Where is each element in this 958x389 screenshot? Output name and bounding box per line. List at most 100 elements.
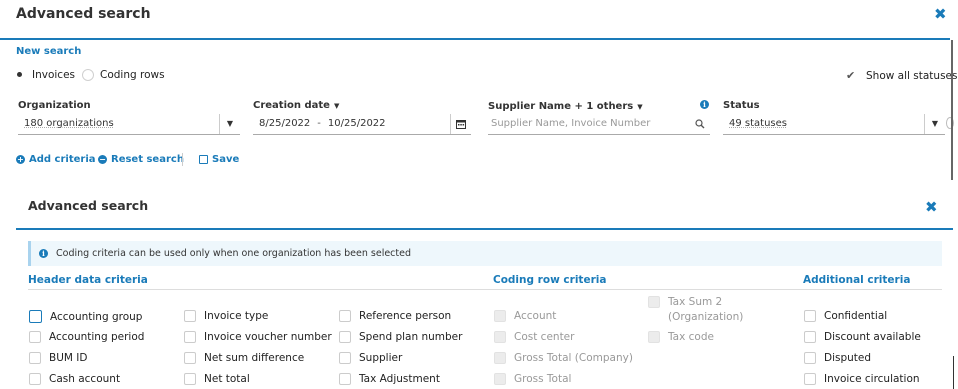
date-range-input[interactable]: 8/25/2022 - 10/25/2022 xyxy=(253,113,471,135)
organization-select[interactable]: 180 organizations ▼ xyxy=(18,113,240,135)
add-criteria-label: Add criteria xyxy=(29,154,96,165)
date-from[interactable]: 8/25/2022 xyxy=(253,118,310,129)
criteria-label: Gross Total (Company) xyxy=(514,352,633,364)
calendar-icon[interactable] xyxy=(450,113,471,134)
checkbox[interactable] xyxy=(339,352,351,364)
checkbox xyxy=(494,373,506,385)
info-icon: i xyxy=(39,249,48,258)
checkbox[interactable] xyxy=(804,373,816,385)
checkbox xyxy=(648,296,660,308)
radio-coding-rows[interactable]: Coding rows xyxy=(82,69,165,81)
checkbox[interactable] xyxy=(184,310,196,322)
criteria-cost-center: Cost center xyxy=(494,331,574,343)
criteria-supplier[interactable]: Supplier xyxy=(339,352,402,364)
organization-value: 180 organizations xyxy=(24,118,114,129)
checkbox[interactable] xyxy=(29,352,41,364)
checkbox[interactable] xyxy=(29,373,41,385)
criteria-disputed[interactable]: Disputed xyxy=(804,352,871,364)
caret-down-icon: ▼ xyxy=(333,101,340,110)
checkbox[interactable] xyxy=(339,331,351,343)
checkbox[interactable] xyxy=(184,373,196,385)
criteria-reference-person[interactable]: Reference person xyxy=(339,310,451,322)
criteria-label: Invoice circulation xyxy=(824,373,920,385)
chevron-down-icon[interactable]: ▼ xyxy=(219,113,240,134)
criteria-label: Account xyxy=(514,310,557,322)
info-icon[interactable]: i xyxy=(700,100,709,109)
criteria-label: Net total xyxy=(204,373,250,385)
supplier-label: Supplier Name + 1 others xyxy=(488,101,634,112)
close-icon[interactable]: ✖ xyxy=(925,198,938,216)
radio-invoices[interactable]: Invoices xyxy=(14,69,75,81)
checkbox xyxy=(494,352,506,364)
criteria-label: Accounting period xyxy=(49,331,145,343)
criteria-label: Disputed xyxy=(824,352,872,364)
checkbox[interactable] xyxy=(29,310,42,323)
date-separator: - xyxy=(317,118,321,129)
criteria-label: (Organization) xyxy=(668,311,744,323)
checkbox[interactable] xyxy=(184,352,196,364)
checkbox[interactable] xyxy=(339,310,351,322)
status-value: 49 statuses xyxy=(729,118,787,129)
chevron-down-icon[interactable]: ▼ xyxy=(924,113,945,134)
date-to[interactable]: 10/25/2022 xyxy=(328,118,450,129)
show-all-statuses-toggle[interactable]: ✔ Show all statuses xyxy=(846,69,957,82)
show-all-statuses-label: Show all statuses xyxy=(866,69,958,82)
status-select[interactable]: 49 statuses ▼ xyxy=(723,113,945,135)
criteria-spend-plan-number[interactable]: Spend plan number xyxy=(339,331,462,343)
criteria-gross-total: Gross Total xyxy=(494,373,571,385)
search-icon[interactable] xyxy=(690,118,710,129)
save-label: Save xyxy=(212,154,240,165)
radio-selected-icon xyxy=(14,69,26,81)
panel-title: Advanced search xyxy=(28,198,149,213)
criteria-invoice-type[interactable]: Invoice type xyxy=(184,310,268,322)
criteria-invoice-voucher-number[interactable]: Invoice voucher number xyxy=(184,331,332,343)
criteria-net-sum-difference[interactable]: Net sum difference xyxy=(184,352,304,364)
criteria-discount-available[interactable]: Discount available xyxy=(804,331,921,343)
action-divider xyxy=(182,153,183,166)
creation-date-sort[interactable]: Creation date ▼ xyxy=(253,100,339,111)
criteria-label: Tax Sum 2 xyxy=(668,296,723,308)
checkbox[interactable] xyxy=(29,331,41,343)
criteria-confidential[interactable]: Confidential xyxy=(804,310,887,322)
supplier-field-selector[interactable]: Supplier Name + 1 others ▼ xyxy=(488,101,643,112)
criteria-invoice-circulation[interactable]: Invoice circulation xyxy=(804,373,920,385)
check-icon: ✔ xyxy=(846,69,856,82)
reset-search-button[interactable]: − Reset search xyxy=(98,154,184,165)
criteria-label: Cash account xyxy=(49,373,121,385)
close-icon[interactable]: ✖ xyxy=(934,5,947,23)
scrollbar[interactable] xyxy=(951,40,953,180)
save-button[interactable]: Save xyxy=(199,154,239,165)
checkbox xyxy=(494,310,506,322)
checkbox[interactable] xyxy=(339,373,351,385)
coding-criteria-heading: Coding row criteria xyxy=(493,274,607,286)
checkbox[interactable] xyxy=(184,331,196,343)
new-search-link[interactable]: New search xyxy=(16,46,81,57)
checkbox[interactable] xyxy=(804,352,816,364)
organization-label: Organization xyxy=(18,100,91,111)
criteria-label: Discount available xyxy=(824,331,921,343)
criteria-tax-adjustment[interactable]: Tax Adjustment xyxy=(339,373,440,385)
criteria-net-total[interactable]: Net total xyxy=(184,373,250,385)
checkbox[interactable] xyxy=(804,310,816,322)
reset-search-label: Reset search xyxy=(111,154,184,165)
criteria-label: Gross Total xyxy=(514,373,572,385)
criteria-cash-account[interactable]: Cash account xyxy=(29,373,120,385)
criteria-label: Reference person xyxy=(359,310,452,322)
radio-invoices-label: Invoices xyxy=(32,69,76,81)
criteria-label: Accounting group xyxy=(50,310,143,323)
minus-circle-icon: − xyxy=(98,154,107,164)
criteria-accounting-group[interactable]: Accounting group xyxy=(29,310,142,323)
criteria-label: Tax code xyxy=(668,331,714,343)
checkbox[interactable] xyxy=(804,331,816,343)
add-criteria-button[interactable]: + Add criteria xyxy=(16,154,96,165)
criteria-tax-code: Tax code xyxy=(648,331,714,343)
criteria-label: Spend plan number xyxy=(359,331,463,343)
criteria-label: Supplier xyxy=(359,352,403,364)
criteria-accounting-period[interactable]: Accounting period xyxy=(29,331,144,343)
criteria-label: BUM ID xyxy=(49,352,88,364)
info-text: Coding criteria can be used only when on… xyxy=(56,248,412,259)
criteria-bum-id[interactable]: BUM ID xyxy=(29,352,87,364)
header-criteria-heading: Header data criteria xyxy=(28,274,148,286)
radio-coding-rows-label: Coding rows xyxy=(100,69,165,81)
supplier-search-input[interactable]: Supplier Name, Invoice Number xyxy=(488,113,710,135)
